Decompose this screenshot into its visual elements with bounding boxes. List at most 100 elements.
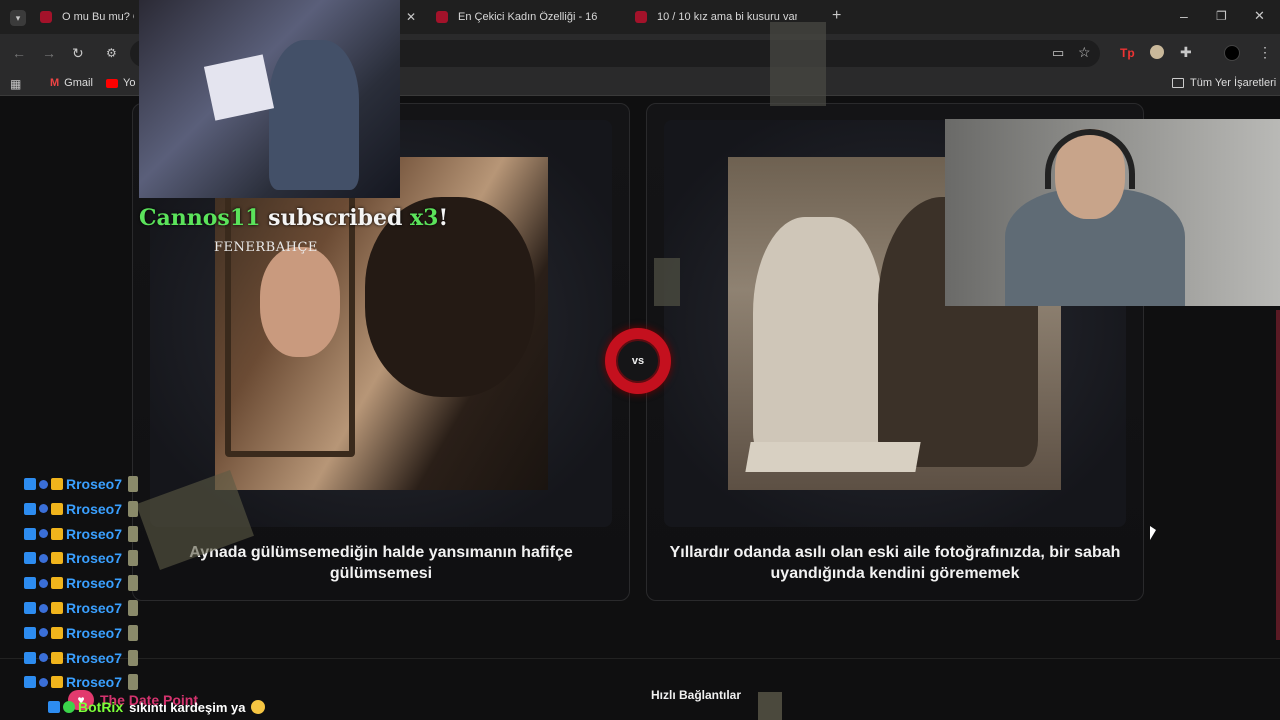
mod-badge-icon (39, 504, 48, 514)
headphones-icon (1045, 129, 1135, 189)
emote-icon (128, 575, 139, 592)
extension-tp-icon[interactable]: Tp (1120, 46, 1135, 60)
reload-icon[interactable]: ↻ (72, 46, 84, 60)
girl-figure (753, 217, 883, 457)
emote-icon (128, 500, 139, 517)
mod-badge-icon (39, 677, 48, 687)
photo-album (745, 442, 921, 472)
site-favicon-icon (635, 11, 647, 23)
footer-divider (0, 658, 1280, 659)
chat-username: Rroseo7 (66, 476, 123, 492)
chat-message-last: BotRix sıkıntı kardeşim ya (48, 698, 266, 716)
chat-username: Rroseo7 (66, 600, 123, 616)
sub-user: Cannos11 (139, 205, 261, 231)
chat-username: Rroseo7 (66, 624, 123, 641)
prime-badge-icon (24, 552, 36, 565)
all-bookmarks-label: Tüm Yer İşaretleri (1190, 77, 1277, 89)
bookmark-youtube-label: Yo (123, 77, 136, 89)
emote-icon (128, 476, 139, 492)
prime-badge-icon (24, 676, 36, 689)
mod-badge-icon (39, 653, 48, 663)
mod-badge-icon (39, 529, 48, 539)
site-favicon-icon (436, 11, 448, 23)
floating-sticker (654, 258, 680, 306)
floating-sticker (770, 22, 826, 106)
bookmark-youtube[interactable]: Yo (106, 77, 135, 89)
back-icon[interactable]: ← (12, 46, 26, 60)
chat-username: Rroseo7 (66, 575, 123, 592)
chat-message: Rroseo7 (24, 500, 141, 518)
option-caption-left: Aynada gülümsemediğin halde yansımanın h… (189, 544, 573, 582)
crown-badge-icon (51, 577, 63, 590)
site-settings-icon[interactable]: ⚙ (106, 46, 117, 60)
forward-icon[interactable]: → (42, 46, 56, 60)
child-figure (269, 40, 359, 190)
chat-message: Rroseo7 (24, 525, 141, 543)
cast-icon[interactable]: ▭ (1052, 46, 1064, 60)
crown-badge-icon (51, 478, 63, 490)
chat-username: Rroseo7 (66, 649, 123, 666)
bookmark-star-icon[interactable]: ☆ (1078, 45, 1091, 59)
chat-username: BotRix (78, 699, 124, 715)
chat-message: Rroseo7 (24, 673, 141, 691)
youtube-icon (106, 78, 118, 88)
chat-message: Rroseo7 (24, 649, 141, 667)
folder-icon (1172, 78, 1184, 88)
bookmark-gmail[interactable]: M Gmail (50, 77, 93, 89)
chat-message: Rroseo7 (24, 599, 141, 617)
prime-badge-icon (24, 651, 36, 664)
streamer-webcam (945, 119, 1280, 306)
bookmark-gmail-label: Gmail (64, 77, 93, 89)
prime-badge-icon (24, 478, 36, 490)
tab-1[interactable]: O mu Bu mu? Oy (32, 4, 142, 30)
minimize-icon[interactable]: – (1180, 9, 1188, 23)
footer-quick-links: Hızlı Bağlantılar (651, 688, 742, 702)
vs-label: vs (631, 355, 645, 367)
gmail-icon: M (50, 77, 60, 89)
crown-badge-icon (51, 626, 63, 639)
emote-icon (128, 624, 139, 641)
close-window-icon[interactable]: ✕ (1254, 9, 1265, 23)
verified-badge-icon (63, 701, 75, 713)
chat-text: sıkıntı kardeşim ya (129, 699, 246, 715)
page-scrollbar[interactable] (1276, 310, 1280, 640)
profile-avatar[interactable] (1224, 45, 1240, 61)
prime-badge-icon (24, 626, 36, 639)
mouse-cursor-icon (1150, 526, 1156, 540)
emote-icon (128, 674, 139, 691)
chat-username: Rroseo7 (66, 550, 123, 567)
sub-count: x3 (410, 205, 439, 231)
apps-grid-icon[interactable]: ▦ (10, 77, 21, 91)
chat-message: Rroseo7 (24, 549, 141, 567)
tab-2-label: En Çekici Kadın Özelliği - 16 Ad (458, 11, 598, 23)
chat-username: Rroseo7 (66, 500, 123, 517)
crown-badge-icon (51, 502, 63, 515)
emote-icon (128, 550, 139, 567)
mod-badge-icon (39, 553, 48, 563)
tab-search-icon[interactable]: ▾ (10, 10, 26, 26)
chat-message: Rroseo7 (24, 475, 141, 493)
extensions-puzzle-icon[interactable]: ✚ (1180, 45, 1192, 59)
chat-message: Rroseo7 (24, 574, 141, 592)
chat-username: Rroseo7 (66, 674, 123, 691)
menu-kebab-icon[interactable]: ⋮ (1258, 45, 1272, 59)
emote-icon (128, 525, 139, 542)
site-favicon-icon (40, 11, 52, 23)
extension-face-icon[interactable] (1150, 45, 1164, 59)
sub-text: subscribed (268, 205, 403, 231)
all-bookmarks[interactable]: Tüm Yer İşaretleri (1172, 77, 1276, 89)
crown-badge-icon (51, 602, 63, 614)
option-caption-right: Yıllardır odanda asılı olan eski aile fo… (669, 544, 1121, 582)
restore-icon[interactable]: ❐ (1216, 9, 1227, 23)
tab-close-icon[interactable]: ✕ (406, 10, 416, 24)
mod-badge-icon (39, 603, 48, 613)
prime-badge-icon (24, 527, 36, 540)
crown-badge-icon (51, 651, 63, 664)
prime-badge-icon (48, 701, 60, 713)
prime-badge-icon (24, 502, 36, 515)
subscription-alert: Cannos11 subscribed x3! (139, 205, 448, 231)
new-tab-icon[interactable]: + (832, 8, 841, 24)
prime-badge-icon (24, 602, 36, 614)
tab-2[interactable]: En Çekici Kadın Özelliği - 16 Ad (428, 4, 623, 30)
chat-username: Rroseo7 (66, 525, 123, 542)
